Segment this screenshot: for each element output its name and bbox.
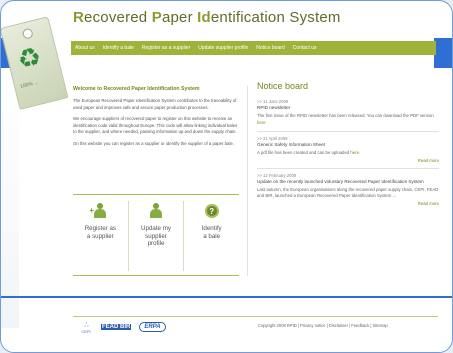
notice-link[interactable]: here.	[350, 150, 360, 155]
read-more-link[interactable]: Read more	[257, 201, 439, 206]
nav-register-supplier[interactable]: Register as a supplier	[142, 45, 190, 51]
cards-top-divider	[73, 194, 239, 195]
cards-bottom-divider	[73, 275, 239, 276]
logo-label: CEPI	[81, 329, 91, 334]
nav-update-profile[interactable]: Update supplier profile	[198, 45, 248, 51]
partner-logos: ∴ CEPI FEAD BIR ERPA	[79, 321, 166, 334]
nav-notice-board[interactable]: Notice board	[256, 45, 284, 51]
nav-identify-bale[interactable]: Identify a bale	[103, 45, 134, 51]
page-title: Recovered Paper Identification System	[73, 9, 341, 26]
notice-body-text: The first issue of the RPID newsletter h…	[257, 113, 434, 118]
identify-bale-card[interactable]: ? Identify a bale	[184, 201, 239, 271]
action-cards: + Register as a supplier Update my suppl…	[73, 201, 239, 271]
notice-title[interactable]: Generic Safety Information Sheet	[257, 142, 439, 147]
title-initial-id: Id	[197, 9, 211, 26]
welcome-paragraph-3: On this website you can register as a su…	[73, 140, 234, 146]
welcome-paragraph-1: The European Recovered Paper Identificat…	[73, 98, 237, 110]
notice-item: >> 12 February 2009 Update on the recent…	[257, 173, 439, 206]
notice-board-title: Notice board	[257, 81, 309, 91]
notice-divider	[257, 131, 439, 133]
notice-item: >> 11 June 2009 RPID newsletter The firs…	[257, 99, 439, 126]
title-initial-p: P	[151, 9, 162, 26]
welcome-paragraph-2: We encourage suppliers of recovered pape…	[73, 116, 238, 135]
notice-date: >> 21 April 2009	[257, 136, 288, 142]
notice-date: >> 12 February 2009	[257, 172, 297, 178]
title-initial-r: R	[73, 9, 85, 26]
notice-body: Last autumn, the European organisations …	[257, 186, 439, 199]
read-more-link[interactable]: Read more	[257, 158, 439, 163]
title-part-2: Paper	[152, 9, 197, 26]
title-part-1: Recovered	[73, 9, 152, 26]
card-label-line: supplier	[145, 232, 167, 240]
notice-board: Notice board >> 11 June 2009 RPID newsle…	[257, 81, 439, 211]
question-icon: ?	[204, 203, 220, 219]
notice-body-text: A pdf file has been created and can be u…	[257, 150, 351, 156]
browser-frame: ♻ 100% ... Recovered Paper Identificatio…	[0, 0, 453, 353]
title-part-3: Identification System	[197, 9, 340, 26]
welcome-heading: Welcome to Recovered Paper Identificatio…	[73, 86, 200, 92]
update-profile-card[interactable]: Update my supplier profile	[129, 201, 185, 271]
title-rest-2: aper	[161, 9, 198, 26]
card-label-line: profile	[147, 240, 165, 247]
notice-link[interactable]: here	[257, 120, 266, 125]
title-rest-1: ecovered	[84, 9, 152, 26]
erpa-logo[interactable]: ERPA	[139, 322, 166, 332]
footer-links[interactable]: Copyright 2008 RPID | Privacy notice | D…	[258, 323, 388, 328]
notice-body: A pdf file has been created and can be u…	[257, 150, 439, 157]
identify-bale-label: Identify a bale	[202, 225, 222, 240]
main-nav: About us Identify a bale Register as a s…	[71, 41, 436, 55]
register-supplier-label: Register as a supplier	[85, 225, 116, 240]
notice-divider	[257, 167, 439, 169]
nav-about-us[interactable]: About us	[75, 45, 95, 51]
card-label-line: a supplier	[86, 232, 114, 240]
notice-date: >> 11 June 2009	[257, 99, 289, 104]
add-person-icon: +	[89, 203, 108, 219]
welcome-section: Welcome to Recovered Paper Identificatio…	[73, 86, 238, 153]
footer-divider	[73, 316, 438, 317]
card-label-line: Register as	[84, 225, 116, 232]
tag-text: 100% ...	[19, 79, 39, 90]
card-label-line: Update my	[141, 225, 171, 232]
notice-title[interactable]: Update on the recently launched voluntar…	[257, 179, 439, 184]
left-gutter	[1, 68, 19, 328]
notice-title[interactable]: RPID newsletter	[257, 105, 439, 110]
register-supplier-card[interactable]: + Register as a supplier	[73, 201, 129, 271]
title-rest-3: entification System	[210, 9, 341, 26]
tag-hole	[21, 27, 34, 40]
notice-item: >> 21 April 2009 Generic Safety Informat…	[257, 136, 439, 163]
cepi-logo[interactable]: ∴ CEPI	[79, 321, 93, 334]
card-label-line: a bale	[203, 232, 221, 240]
card-label-line: Identify	[201, 225, 222, 232]
recycle-icon: ♻	[14, 40, 45, 76]
person-icon	[148, 203, 164, 219]
decorative-band-right	[434, 38, 452, 68]
column-divider	[247, 86, 248, 276]
fead-bir-logo[interactable]: FEAD BIR	[101, 324, 132, 330]
nav-contact-us[interactable]: Contact us	[293, 45, 317, 51]
notice-body: The first issue of the RPID newsletter h…	[257, 113, 439, 126]
footer-band	[1, 296, 452, 298]
update-profile-label: Update my supplier profile	[141, 225, 171, 248]
